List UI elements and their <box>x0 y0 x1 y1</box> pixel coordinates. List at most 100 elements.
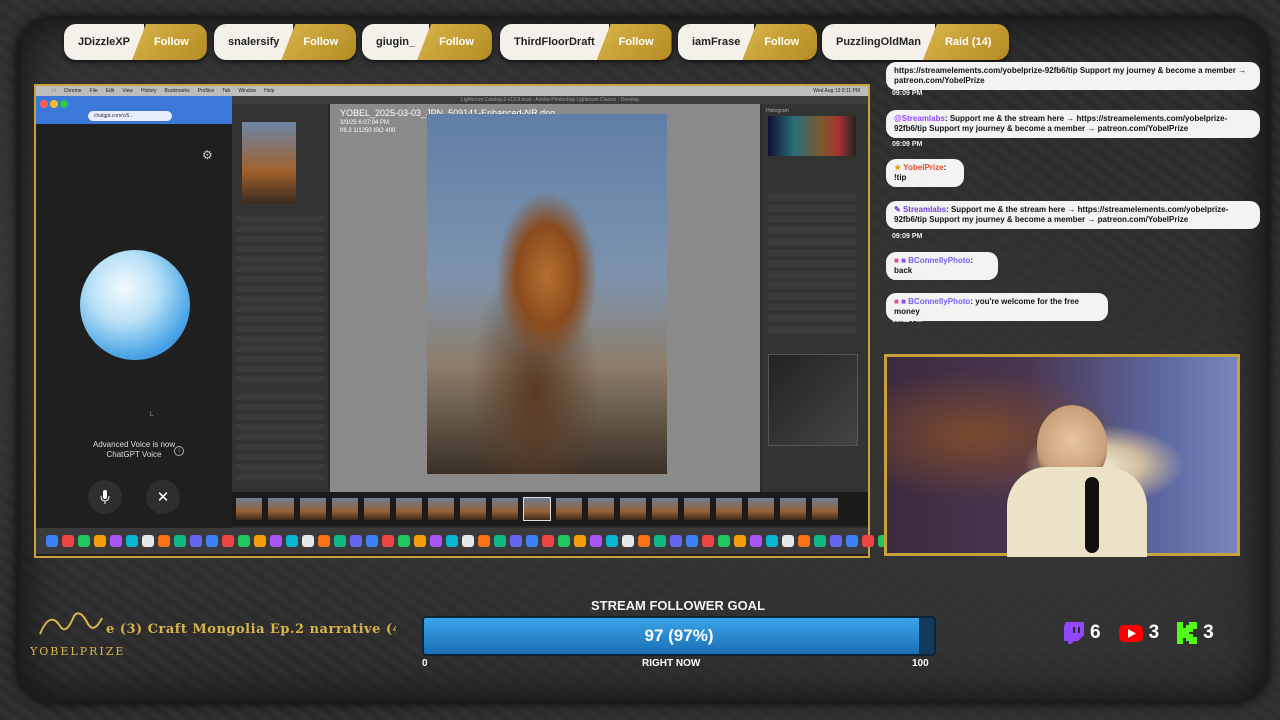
filmstrip-thumbnail[interactable] <box>268 498 294 520</box>
dock-app-icon[interactable] <box>478 535 490 547</box>
dock-app-icon[interactable] <box>430 535 442 547</box>
dock-app-icon[interactable] <box>734 535 746 547</box>
menu-item[interactable]: History <box>141 88 157 94</box>
dock-app-icon[interactable] <box>510 535 522 547</box>
filmstrip-thumbnail[interactable] <box>780 498 806 520</box>
menu-item[interactable]: Bookmarks <box>165 88 190 94</box>
filmstrip-thumbnail[interactable] <box>588 498 614 520</box>
filmstrip-thumbnail[interactable] <box>523 497 551 521</box>
basic-panel[interactable] <box>768 194 856 334</box>
dock-app-icon[interactable] <box>782 535 794 547</box>
dock-app-icon[interactable] <box>558 535 570 547</box>
dock-app-icon[interactable] <box>862 535 874 547</box>
close-window-icon[interactable] <box>40 100 48 108</box>
fox-photo <box>427 114 667 474</box>
menu-item[interactable]: Profiles <box>198 88 215 94</box>
dock-app-icon[interactable] <box>398 535 410 547</box>
tone-curve[interactable] <box>768 354 858 446</box>
platform-kick: 3 <box>1177 622 1214 644</box>
history-list[interactable] <box>236 394 324 484</box>
filmstrip-thumbnail[interactable] <box>300 498 326 520</box>
dock-app-icon[interactable] <box>574 535 586 547</box>
dock-app-icon[interactable] <box>670 535 682 547</box>
dock-app-icon[interactable] <box>254 535 266 547</box>
banner-name: snalersify <box>214 24 294 60</box>
dock-app-icon[interactable] <box>606 535 618 547</box>
dock-app-icon[interactable] <box>62 535 74 547</box>
info-icon[interactable]: i <box>174 446 184 456</box>
dock-app-icon[interactable] <box>686 535 698 547</box>
dock-app-icon[interactable] <box>238 535 250 547</box>
dock-app-icon[interactable] <box>718 535 730 547</box>
filmstrip-thumbnail[interactable] <box>396 498 422 520</box>
dock-app-icon[interactable] <box>46 535 58 547</box>
dock-app-icon[interactable] <box>366 535 378 547</box>
dock-app-icon[interactable] <box>270 535 282 547</box>
dock-app-icon[interactable] <box>494 535 506 547</box>
dock-app-icon[interactable] <box>638 535 650 547</box>
filmstrip-thumbnail[interactable] <box>364 498 390 520</box>
filmstrip-thumbnail[interactable] <box>556 498 582 520</box>
star-icon: ★ <box>894 163 902 172</box>
dock-app-icon[interactable] <box>110 535 122 547</box>
chat-username: BConnellyPhoto <box>908 297 971 306</box>
address-bar[interactable]: chatgpt.com/c/6... <box>88 111 172 121</box>
dock-app-icon[interactable] <box>702 535 714 547</box>
filmstrip-thumbnail[interactable] <box>332 498 358 520</box>
dock-app-icon[interactable] <box>318 535 330 547</box>
dock-app-icon[interactable] <box>174 535 186 547</box>
filmstrip-thumbnail[interactable] <box>492 498 518 520</box>
menu-item[interactable]: Edit <box>106 88 115 94</box>
end-voice-button[interactable]: ✕ <box>146 480 180 514</box>
dock-app-icon[interactable] <box>542 535 554 547</box>
dock-app-icon[interactable] <box>126 535 138 547</box>
filmstrip-thumbnail[interactable] <box>812 498 838 520</box>
menu-item[interactable]: View <box>122 88 133 94</box>
dock-app-icon[interactable] <box>206 535 218 547</box>
dock-app-icon[interactable] <box>766 535 778 547</box>
dock-app-icon[interactable] <box>302 535 314 547</box>
dock-app-icon[interactable] <box>286 535 298 547</box>
presets-list[interactable] <box>236 216 324 386</box>
dock-app-icon[interactable] <box>190 535 202 547</box>
dock-app-icon[interactable] <box>158 535 170 547</box>
menu-item[interactable]: File <box>90 88 98 94</box>
dock-app-icon[interactable] <box>446 535 458 547</box>
dock-app-icon[interactable] <box>654 535 666 547</box>
filmstrip-thumbnail[interactable] <box>460 498 486 520</box>
dock-app-icon[interactable] <box>462 535 474 547</box>
dock-app-icon[interactable] <box>814 535 826 547</box>
filmstrip-thumbnail[interactable] <box>620 498 646 520</box>
filmstrip-thumbnail[interactable] <box>652 498 678 520</box>
filmstrip-thumbnail[interactable] <box>684 498 710 520</box>
dock-app-icon[interactable] <box>142 535 154 547</box>
minimize-window-icon[interactable] <box>50 100 58 108</box>
dock-app-icon[interactable] <box>222 535 234 547</box>
menu-item[interactable]: Help <box>264 88 274 94</box>
dock-app-icon[interactable] <box>830 535 842 547</box>
dock-app-icon[interactable] <box>414 535 426 547</box>
dock-app-icon[interactable] <box>94 535 106 547</box>
apple-icon[interactable]:  <box>52 88 56 94</box>
filmstrip-thumbnail[interactable] <box>428 498 454 520</box>
dock-app-icon[interactable] <box>846 535 858 547</box>
dock-app-icon[interactable] <box>350 535 362 547</box>
dock-app-icon[interactable] <box>798 535 810 547</box>
menu-item[interactable]: Tab <box>222 88 230 94</box>
dock-app-icon[interactable] <box>334 535 346 547</box>
dock-app-icon[interactable] <box>526 535 538 547</box>
filmstrip-thumbnail[interactable] <box>716 498 742 520</box>
banner-name: PuzzlingOldMan <box>822 24 935 60</box>
dock-app-icon[interactable] <box>590 535 602 547</box>
microphone-button[interactable] <box>88 480 122 514</box>
dock-app-icon[interactable] <box>750 535 762 547</box>
filmstrip-thumbnail[interactable] <box>748 498 774 520</box>
dock-app-icon[interactable] <box>382 535 394 547</box>
settings-sliders-icon[interactable]: ⚙ <box>202 148 213 162</box>
menu-item[interactable]: Window <box>238 88 256 94</box>
menu-item[interactable]: Chrome <box>64 88 82 94</box>
dock-app-icon[interactable] <box>78 535 90 547</box>
dock-app-icon[interactable] <box>622 535 634 547</box>
filmstrip-thumbnail[interactable] <box>236 498 262 520</box>
zoom-window-icon[interactable] <box>60 100 68 108</box>
